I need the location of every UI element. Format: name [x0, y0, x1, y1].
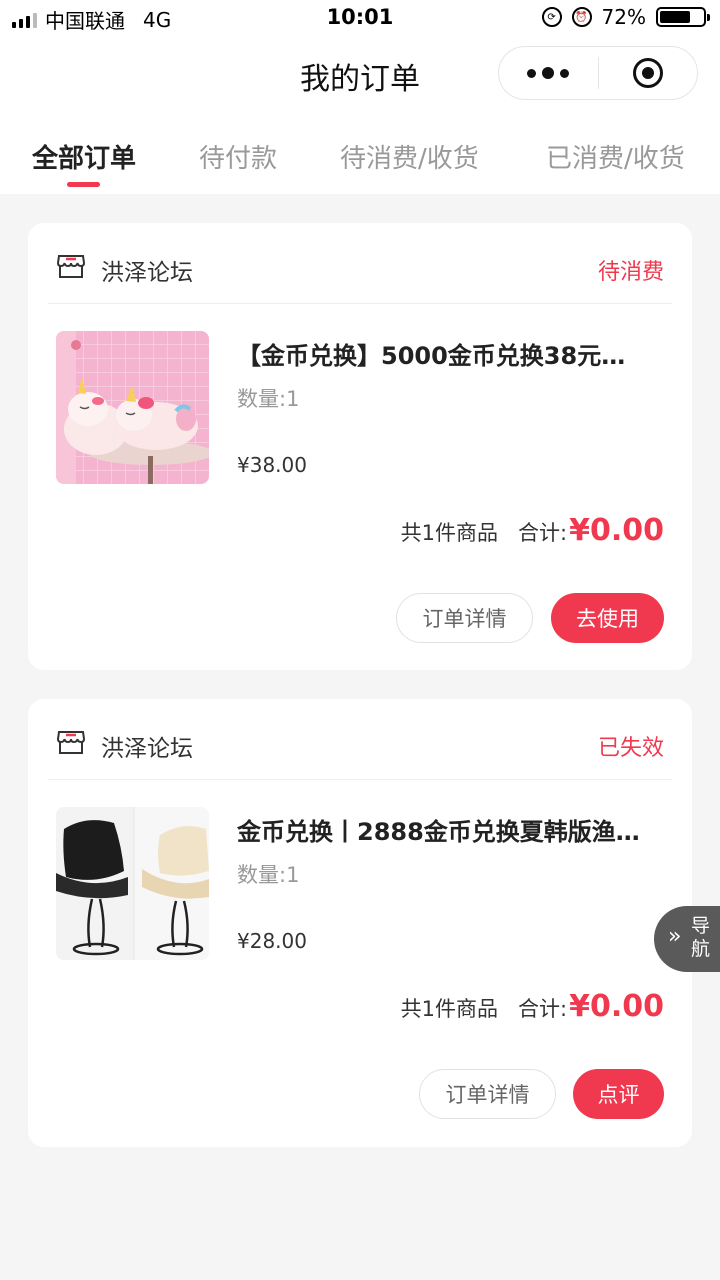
order-total: ¥0.00 — [569, 989, 664, 1024]
active-tab-indicator — [67, 182, 100, 187]
rotation-lock-icon: ⟳ — [541, 7, 562, 27]
order-total: ¥0.00 — [569, 513, 664, 548]
product-quantity: 数量:1 — [237, 387, 300, 411]
shop-header[interactable]: 洪泽论坛 待消费 — [28, 223, 692, 303]
status-bar: 中国联通 4G 10:01 ⟳ ⏰ 72% — [0, 0, 720, 36]
alarm-icon: ⏰ — [571, 7, 592, 27]
shop-name: 洪泽论坛 — [101, 260, 193, 286]
shop-icon — [56, 731, 86, 754]
header: 中国联通 4G 10:01 ⟳ ⏰ 72% 我的订单 全部订单 待付款 待消费/… — [0, 0, 720, 194]
nav-bar: 我的订单 — [0, 36, 720, 110]
order-detail-button[interactable]: 订单详情 — [396, 593, 533, 643]
more-dots-icon — [527, 67, 570, 79]
mini-program-capsule — [498, 46, 698, 100]
shop-icon — [56, 255, 86, 278]
product-title[interactable]: 【金币兑换】5000金币兑换38元… — [237, 336, 657, 371]
product-quantity: 数量:1 — [237, 863, 300, 887]
order-status: 待消费 — [597, 260, 664, 285]
floating-nav-label: 导航 — [691, 915, 711, 960]
battery-icon — [656, 7, 710, 27]
use-button[interactable]: 去使用 — [551, 593, 664, 643]
order-detail-button[interactable]: 订单详情 — [419, 1069, 556, 1119]
total-label: 合计: — [518, 997, 568, 1021]
product-price: ¥38.00 — [237, 453, 307, 477]
order-card: 洪泽论坛 已失效 金币兑换丨2888金币兑换夏韩版渔… 数量:1 ¥28.00 … — [28, 699, 692, 1147]
product-image[interactable] — [56, 331, 209, 484]
tab-consumed[interactable]: 已消费/收货 — [546, 138, 685, 175]
double-chevron-icon: » — [668, 924, 682, 949]
order-tabs: 全部订单 待付款 待消费/收货 已消费/收货 — [0, 110, 720, 194]
tab-pending-consumption[interactable]: 待消费/收货 — [340, 138, 479, 175]
divider — [48, 779, 672, 780]
floating-nav-button[interactable]: » 导航 — [654, 906, 720, 972]
shop-header[interactable]: 洪泽论坛 已失效 — [28, 699, 692, 779]
review-button[interactable]: 点评 — [573, 1069, 664, 1119]
order-summary: 共1件商品 合计: ¥0.00 — [401, 989, 664, 1024]
tab-all-orders[interactable]: 全部订单 — [32, 138, 136, 175]
item-count: 共1件商品 — [400, 521, 499, 545]
order-summary: 共1件商品 合计: ¥0.00 — [401, 513, 664, 548]
close-button[interactable] — [599, 47, 698, 99]
battery-percent: 72% — [601, 5, 646, 29]
divider — [48, 303, 672, 304]
order-status: 已失效 — [597, 736, 664, 761]
product-image[interactable] — [56, 807, 209, 960]
target-icon — [632, 58, 663, 88]
more-button[interactable] — [499, 47, 598, 99]
product-title[interactable]: 金币兑换丨2888金币兑换夏韩版渔… — [237, 812, 657, 847]
order-card: 洪泽论坛 待消费 【金币兑换】5000金币兑换38元… 数量:1 ¥38.00 … — [28, 223, 692, 670]
product-price: ¥28.00 — [237, 929, 307, 953]
total-label: 合计: — [518, 521, 568, 545]
tab-pending-payment[interactable]: 待付款 — [199, 138, 277, 175]
shop-name: 洪泽论坛 — [101, 736, 193, 762]
item-count: 共1件商品 — [400, 997, 499, 1021]
